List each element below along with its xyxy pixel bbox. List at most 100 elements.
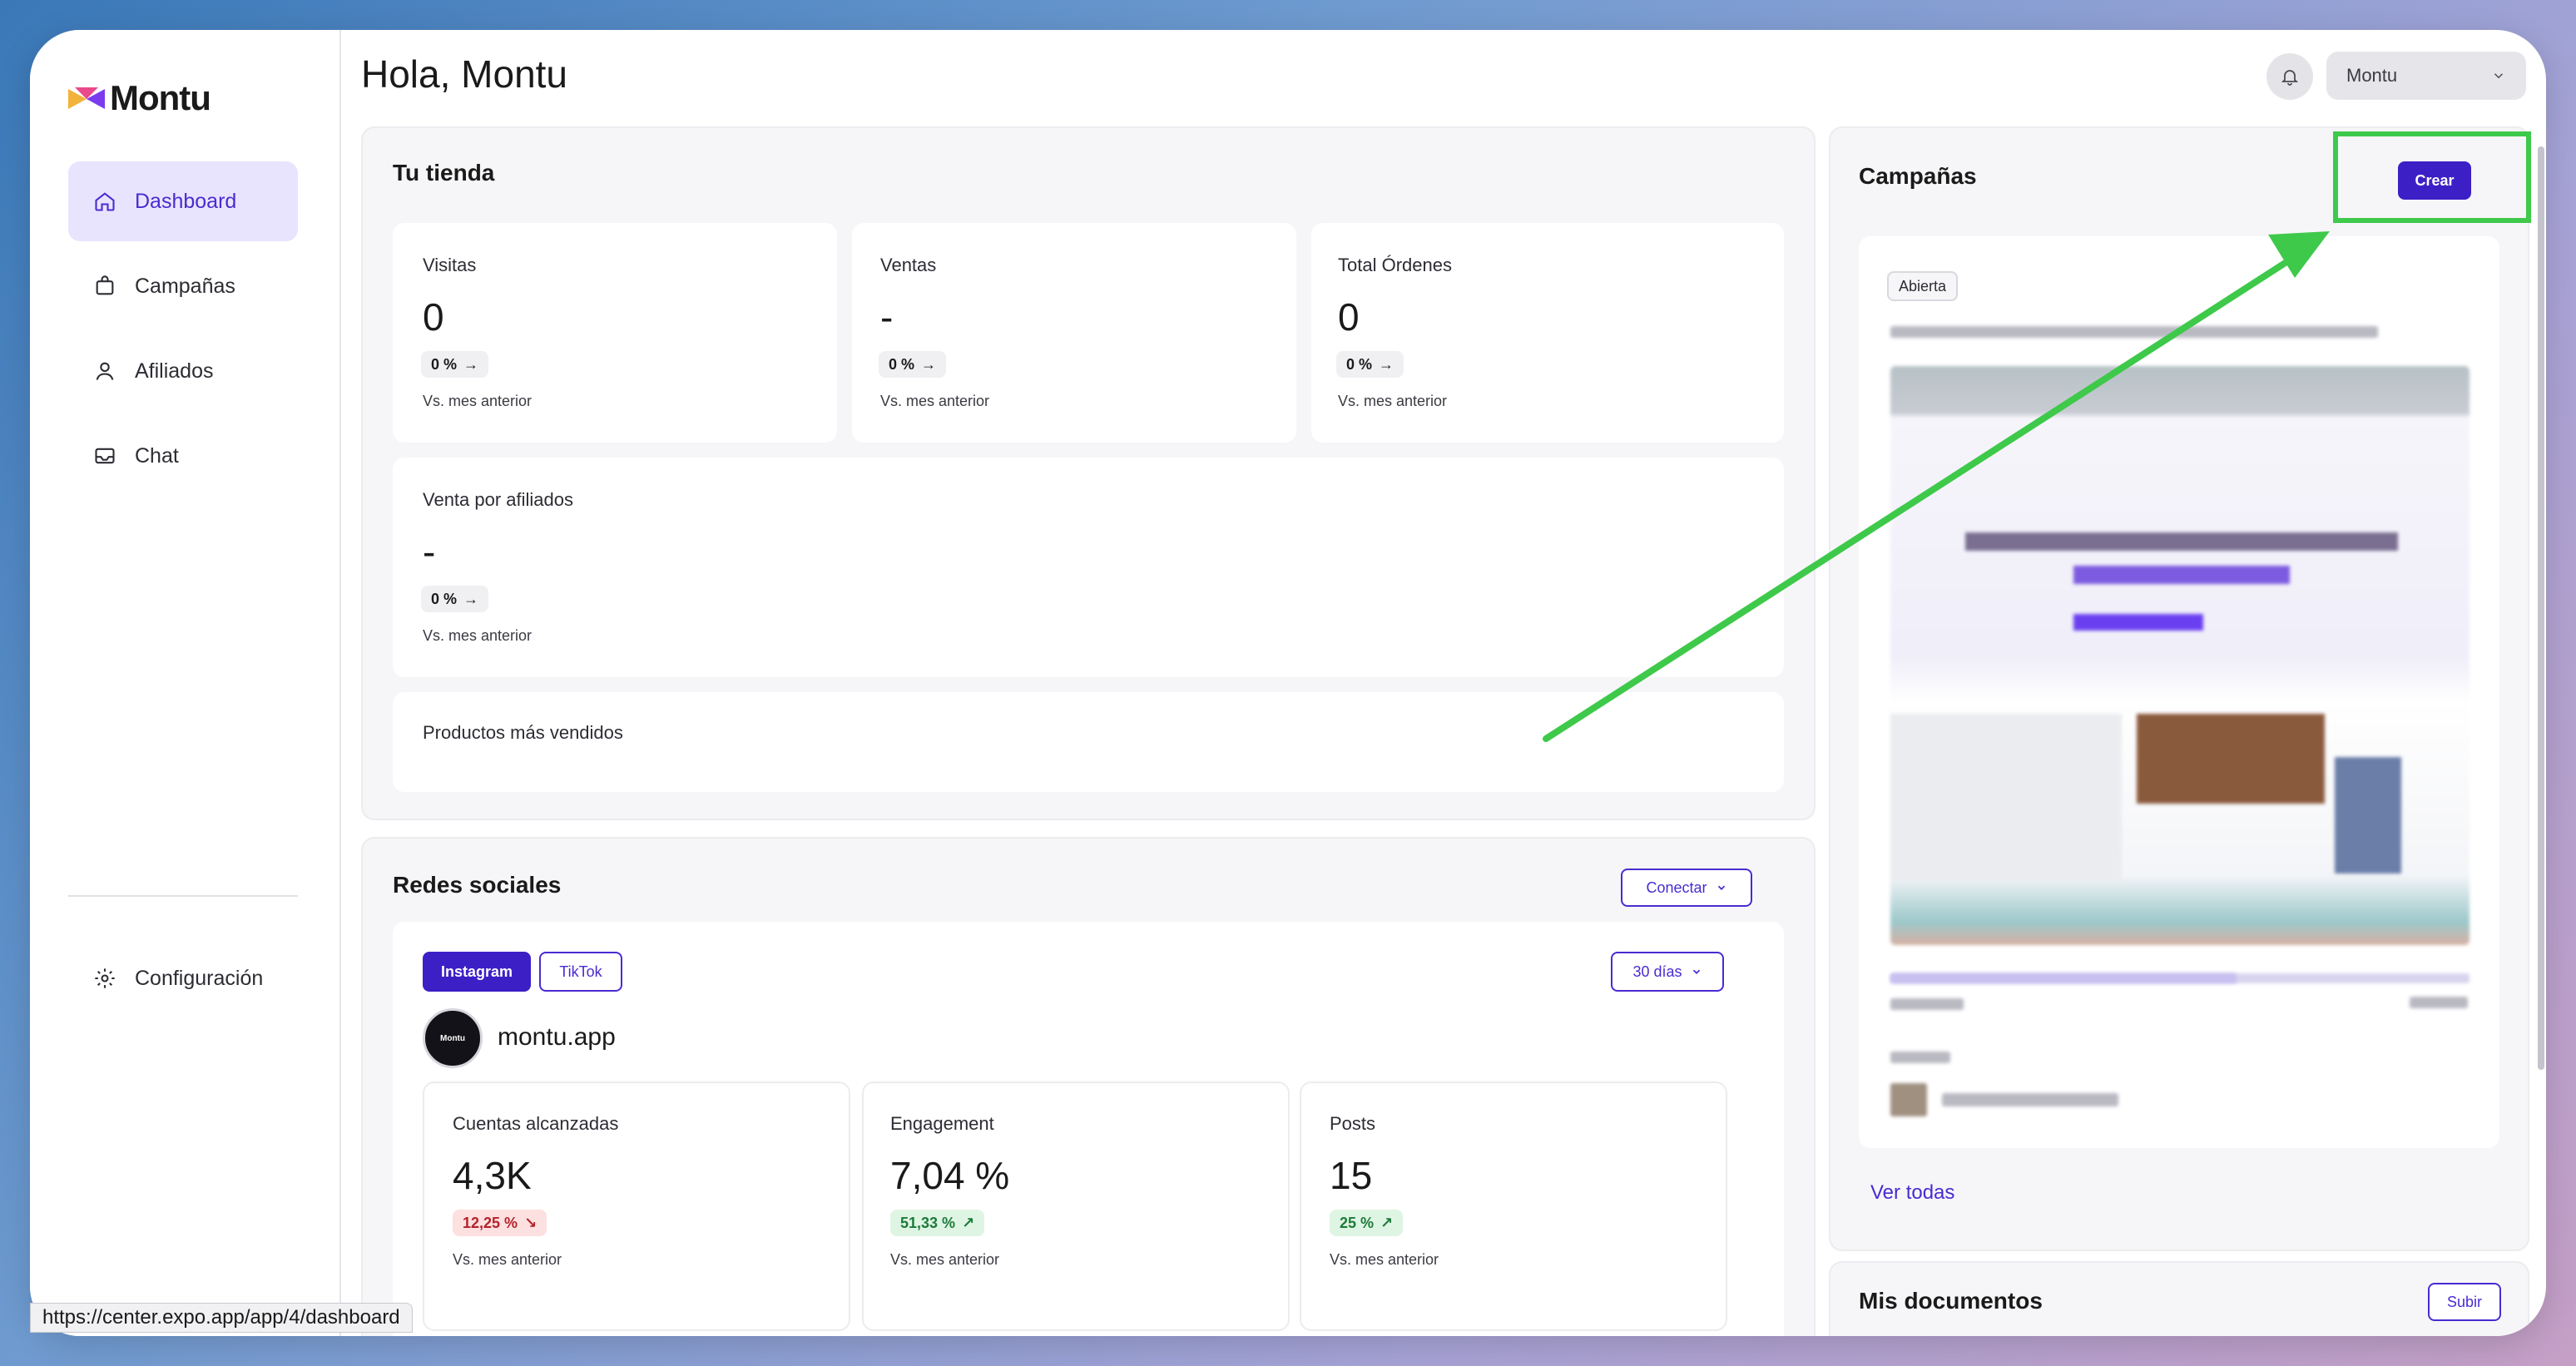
sidebar-divider (68, 895, 298, 897)
sidebar-item-dashboard[interactable]: Dashboard (68, 161, 298, 241)
stat-label: Total Órdenes (1338, 255, 1452, 275)
change-badge: 0 % → (421, 586, 489, 612)
user-menu-select[interactable]: Montu (2326, 52, 2526, 100)
stat-value: 7,04 % (890, 1154, 1010, 1197)
chevron-down-icon (1692, 969, 1700, 974)
upload-button[interactable]: Subir (2428, 1283, 2501, 1321)
avatar-text: Montu (440, 1033, 465, 1043)
change-value: 0 % (889, 355, 915, 373)
arrow-down-right-icon: ↘ (524, 1214, 537, 1231)
sidebar-item-campanas[interactable]: Campañas (68, 246, 298, 326)
bag-icon (96, 275, 114, 295)
arrow-right-icon: → (1379, 355, 1395, 373)
compare-label: Vs. mes anterior (1330, 1251, 1439, 1268)
redes-title: Redes sociales (393, 872, 562, 898)
sidebar-item-label: Configuración (135, 966, 264, 990)
compare-label: Vs. mes anterior (423, 627, 533, 644)
range-select[interactable]: 30 días (1611, 952, 1724, 992)
compare-label: Vs. mes anterior (423, 393, 533, 409)
change-value: 0 % (431, 590, 458, 607)
sidebar-item-configuracion[interactable]: Configuración (68, 938, 298, 1018)
change-value: 0 % (431, 355, 458, 373)
compare-label: Vs. mes anterior (1338, 393, 1448, 409)
inbox-icon (95, 448, 115, 464)
stat-label: Engagement (890, 1113, 994, 1134)
change-badge: 51,33 % ↗ (890, 1210, 985, 1236)
stat-label: Posts (1330, 1113, 1376, 1134)
stat-label: Cuentas alcanzadas (453, 1113, 619, 1134)
tienda-title: Tu tienda (393, 160, 495, 186)
arrow-right-icon: → (463, 355, 479, 373)
stat-value: 4,3K (453, 1154, 532, 1197)
change-badge: 0 % → (1336, 351, 1404, 378)
sidebar-config: Configuración (68, 938, 298, 1023)
change-value: 0 % (1346, 355, 1373, 373)
user-icon (96, 362, 114, 380)
sidebar: Montu Dashboard Campañas Afiliados Chat (30, 30, 341, 1336)
compare-label: Vs. mes anterior (453, 1251, 562, 1268)
stat-value: - (423, 530, 436, 573)
stat-value: 0 (1338, 295, 1360, 339)
sidebar-nav: Dashboard Campañas Afiliados Chat (68, 161, 298, 501)
tab-label: TikTok (559, 963, 602, 980)
connect-label: Conectar (1646, 878, 1707, 896)
stat-blurred (2410, 997, 2468, 1008)
top-products-label: Productos más vendidos (423, 722, 623, 743)
campaign-title-blurred (1890, 326, 2378, 338)
arrow-up-right-icon: ↗ (1380, 1214, 1394, 1231)
campanas-title: Campañas (1859, 163, 1977, 189)
arrow-up-right-icon: ↗ (962, 1214, 975, 1231)
stat-label: Visitas (423, 255, 477, 275)
tab-instagram[interactable]: Instagram (423, 952, 531, 992)
change-value: 12,25 % (463, 1214, 518, 1231)
arrow-right-icon: → (463, 590, 479, 607)
app-window: Montu Dashboard Campañas Afiliados Chat (30, 30, 2546, 1336)
change-value: 51,33 % (900, 1214, 956, 1231)
chevron-down-icon (2494, 73, 2504, 79)
bell-icon (2281, 70, 2299, 86)
tab-label: Instagram (440, 963, 513, 980)
logo-text: Montu (110, 78, 211, 117)
campaign-preview-image (1890, 366, 2469, 945)
stat-blurred (1890, 998, 1964, 1010)
change-badge: 0 % → (421, 351, 489, 378)
sidebar-item-chat[interactable]: Chat (68, 416, 298, 496)
compare-label: Vs. mes anterior (890, 1251, 1000, 1268)
account-handle: montu.app (498, 1023, 616, 1051)
label-blurred (1890, 1052, 1950, 1063)
status-bar-url: https://center.expo.app/app/4/dashboard (30, 1303, 413, 1333)
creator-name-blurred (1942, 1093, 2118, 1106)
page-title: Hola, Montu (361, 52, 568, 96)
stat-value: 0 (423, 295, 444, 339)
notifications-button[interactable] (2266, 53, 2313, 100)
connect-button[interactable]: Conectar (1621, 869, 1752, 907)
sidebar-item-afiliados[interactable]: Afiliados (68, 331, 298, 411)
sidebar-item-label: Dashboard (135, 189, 237, 213)
compare-label: Vs. mes anterior (880, 393, 990, 409)
change-badge: 25 % ↗ (1330, 1210, 1404, 1236)
status-badge: Abierta (1887, 271, 1959, 301)
view-all-link[interactable]: Ver todas (1870, 1181, 1954, 1205)
stat-card-afiliados (393, 458, 1784, 677)
annotation-highlight-box (2333, 131, 2531, 223)
tab-tiktok[interactable]: TikTok (539, 952, 622, 992)
documentos-title: Mis documentos (1859, 1288, 2043, 1314)
scrollbar-thumb[interactable] (2538, 146, 2544, 1070)
logo[interactable]: Montu (68, 78, 211, 118)
account-avatar: Montu (423, 1008, 483, 1068)
change-badge: 0 % → (879, 351, 947, 378)
range-label: 30 días (1632, 963, 1682, 980)
progress-fill-blurred (1890, 973, 2237, 983)
stat-label: Venta por afiliados (423, 489, 574, 510)
arrow-right-icon: → (921, 355, 937, 373)
user-name: Montu (2346, 65, 2398, 86)
sidebar-item-label: Campañas (135, 274, 235, 298)
stat-label: Ventas (880, 255, 937, 275)
upload-label: Subir (2446, 1293, 2483, 1310)
sidebar-item-label: Afiliados (135, 359, 214, 383)
gear-icon (95, 968, 115, 988)
montu-logo-icon (68, 87, 105, 109)
home-icon (95, 192, 115, 211)
change-value: 25 % (1340, 1214, 1375, 1231)
stat-value: - (880, 295, 894, 339)
